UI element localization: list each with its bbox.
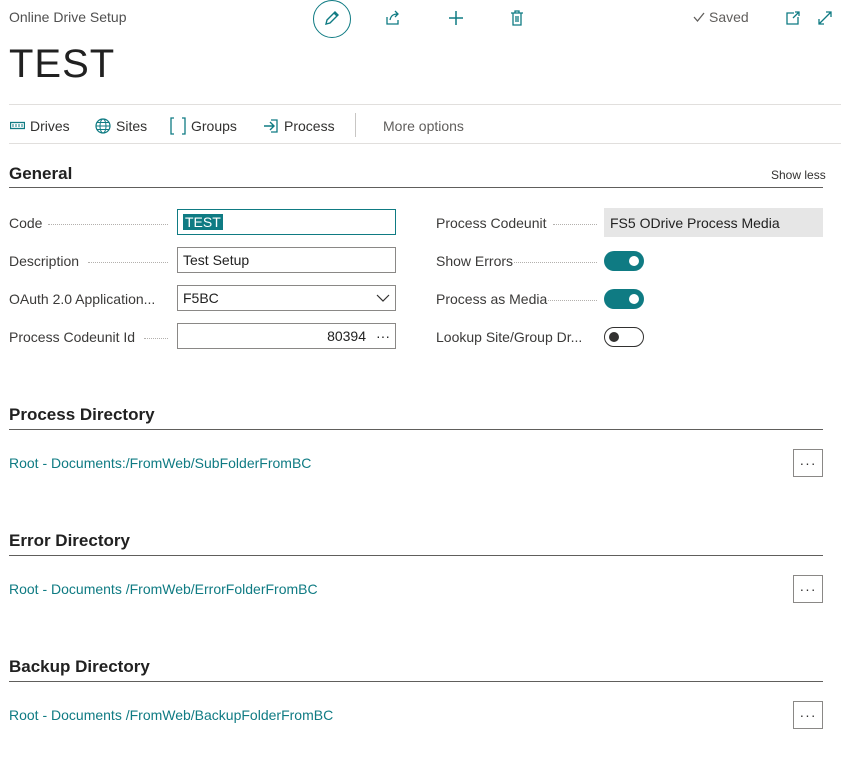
delete-icon[interactable] (503, 4, 531, 32)
section-rule (9, 681, 823, 682)
backup-directory-more-button[interactable]: ··· (793, 701, 823, 729)
dotted-leader (48, 224, 168, 225)
oauth-select[interactable]: F5BC (177, 285, 396, 311)
saved-label: Saved (709, 9, 749, 25)
action-drives[interactable]: Drives (10, 116, 70, 136)
show-less-link[interactable]: Show less (771, 168, 826, 182)
edit-icon (318, 4, 346, 32)
action-sites-label: Sites (116, 118, 148, 134)
process-media-label: Process as Media (436, 291, 548, 307)
process-media-toggle[interactable] (604, 289, 644, 309)
section-title-backup-directory: Backup Directory (9, 657, 150, 676)
dotted-leader (88, 262, 168, 263)
dotted-leader (548, 300, 597, 301)
expand-icon[interactable] (811, 4, 839, 32)
show-errors-toggle[interactable] (604, 251, 644, 271)
add-icon[interactable] (442, 4, 470, 32)
section-title-general: General (9, 164, 73, 183)
code-field-value: TEST (183, 214, 223, 230)
action-separator (355, 113, 356, 137)
check-icon (693, 12, 705, 23)
toggle-knob (629, 256, 639, 266)
dotted-leader (144, 338, 168, 339)
saved-status: Saved (692, 9, 749, 25)
chevron-down-icon (376, 294, 390, 302)
code-label: Code (9, 215, 43, 231)
description-field[interactable]: Test Setup (177, 247, 396, 273)
lookup-label: Lookup Site/Group Dr... (436, 329, 583, 345)
codeunit-label: Process Codeunit (436, 215, 547, 231)
divider (9, 104, 841, 105)
code-field[interactable]: TEST (177, 209, 396, 235)
section-rule (9, 429, 823, 430)
description-label: Description (9, 253, 80, 269)
drives-icon (10, 121, 25, 130)
section-rule (9, 555, 823, 556)
page-title: TEST (9, 42, 116, 86)
groups-icon (170, 117, 186, 135)
open-new-window-icon[interactable] (779, 4, 807, 32)
process-icon (264, 119, 278, 133)
more-options-button[interactable]: More options (383, 116, 464, 136)
lookup-toggle[interactable] (604, 327, 644, 347)
codeunit-id-field[interactable]: 80394 ··· (177, 323, 396, 349)
toggle-knob (608, 331, 619, 342)
action-groups-label: Groups (191, 118, 237, 134)
action-drives-label: Drives (30, 118, 70, 134)
globe-icon (95, 118, 111, 134)
codeunit-id-value: 80394 (327, 328, 366, 344)
process-directory-more-button[interactable]: ··· (793, 449, 823, 477)
share-icon[interactable] (379, 4, 407, 32)
backup-directory-link[interactable]: Root - Documents /FromWeb/BackupFolderFr… (9, 707, 333, 723)
codeunit-value: FS5 ODrive Process Media (604, 208, 823, 237)
action-sites[interactable]: Sites (95, 116, 147, 136)
codeunit-id-lookup-button[interactable]: ··· (376, 328, 390, 344)
section-title-process-directory: Process Directory (9, 405, 155, 424)
oauth-select-value: F5BC (183, 290, 219, 306)
section-title-error-directory: Error Directory (9, 531, 130, 550)
dotted-leader (553, 224, 597, 225)
dotted-leader (514, 262, 597, 263)
divider (9, 143, 841, 144)
section-rule (9, 187, 823, 188)
action-groups[interactable]: Groups (170, 116, 237, 136)
toggle-knob (629, 294, 639, 304)
error-directory-more-button[interactable]: ··· (793, 575, 823, 603)
page-caption: Online Drive Setup (9, 9, 127, 25)
process-directory-link[interactable]: Root - Documents:/FromWeb/SubFolderFromB… (9, 455, 311, 471)
action-process-label: Process (284, 118, 335, 134)
oauth-label: OAuth 2.0 Application... (9, 291, 156, 307)
action-process[interactable]: Process (263, 116, 335, 136)
codeunit-id-label: Process Codeunit Id (9, 329, 136, 345)
error-directory-link[interactable]: Root - Documents /FromWeb/ErrorFolderFro… (9, 581, 318, 597)
show-errors-label: Show Errors (436, 253, 514, 269)
description-field-value: Test Setup (183, 252, 250, 268)
